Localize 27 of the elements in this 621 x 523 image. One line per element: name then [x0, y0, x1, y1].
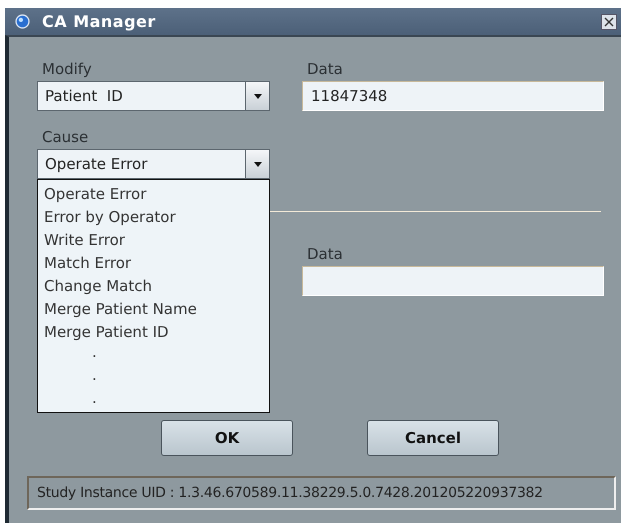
- dropdown-arrow-icon: [254, 94, 262, 98]
- data-field[interactable]: 11847348: [302, 81, 604, 111]
- dialog-button[interactable]: Cancel: [367, 420, 499, 456]
- field-label: Modify: [42, 59, 93, 79]
- window-title: CA Manager: [42, 12, 157, 31]
- status-bar: Study Instance UID : 1.3.46.670589.11.38229.5.0.7428.201205220937382: [27, 476, 616, 510]
- dropdown-option[interactable]: .: [44, 344, 269, 367]
- dropdown-option[interactable]: Merge Patient Name: [44, 298, 269, 321]
- close-button[interactable]: [601, 14, 617, 30]
- dropdown-arrow-icon: [254, 162, 262, 166]
- dropdown-option[interactable]: Error by Operator: [44, 206, 269, 229]
- field-label: Data: [307, 244, 344, 264]
- field-label: Data: [307, 59, 344, 79]
- dropdown-option[interactable]: Merge Patient ID: [44, 321, 269, 344]
- globe-icon: [15, 14, 30, 29]
- dropdown-option[interactable]: .: [44, 367, 269, 390]
- dropdown-option[interactable]: Change Match: [44, 275, 269, 298]
- dropdown-option[interactable]: .: [44, 390, 269, 413]
- dropdown-option[interactable]: Write Error: [44, 229, 269, 252]
- dropdown-option[interactable]: Operate Error: [44, 183, 269, 206]
- modify-dropdown[interactable]: Patient ID: [37, 81, 270, 111]
- field-label: Cause: [42, 127, 90, 147]
- dialog-button[interactable]: OK: [161, 420, 293, 456]
- cause-dropdown[interactable]: Operate Error: [37, 149, 270, 179]
- dropdown-option[interactable]: Match Error: [44, 252, 269, 275]
- data-field[interactable]: [302, 266, 604, 296]
- close-icon: [604, 16, 614, 26]
